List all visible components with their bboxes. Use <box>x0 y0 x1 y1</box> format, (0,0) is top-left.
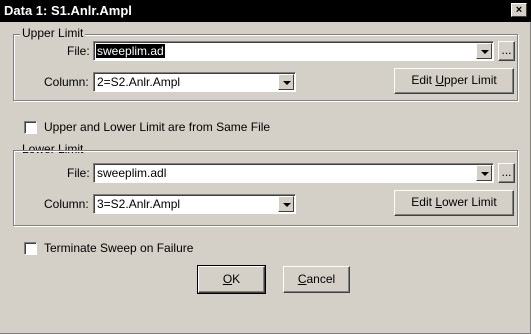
ok-button[interactable]: OK <box>197 265 266 294</box>
chevron-down-icon[interactable] <box>476 43 492 59</box>
upper-file-combobox[interactable]: sweeplim.ad <box>93 41 494 61</box>
terminate-sweep-label[interactable]: Terminate Sweep on Failure <box>44 241 193 255</box>
cancel-button[interactable]: Cancel <box>283 266 350 293</box>
title-bar[interactable]: Data 1: S1.Anlr.Ampl × <box>0 0 531 22</box>
same-file-checkbox[interactable] <box>24 121 37 134</box>
upper-file-value: sweeplim.ad <box>96 44 165 58</box>
close-icon[interactable]: × <box>511 3 527 17</box>
upper-column-value: 2=S2.Anlr.Ampl <box>97 75 181 89</box>
edit-upper-limit-button[interactable]: Edit Upper Limit <box>394 68 514 94</box>
window-title: Data 1: S1.Anlr.Ampl <box>4 3 132 18</box>
upper-file-label: File: <box>67 44 90 58</box>
limits-dialog: Data 1: S1.Anlr.Ampl × Upper Limit File:… <box>0 0 531 334</box>
upper-browse-button[interactable]: ... <box>498 41 515 61</box>
chevron-down-icon[interactable] <box>278 74 294 90</box>
group-cover <box>12 226 520 296</box>
upper-limit-legend: Upper Limit <box>20 26 86 40</box>
same-file-label[interactable]: Upper and Lower Limit are from Same File <box>44 120 270 134</box>
upper-column-select[interactable]: 2=S2.Anlr.Ampl <box>93 72 296 92</box>
upper-column-label: Column: <box>44 75 89 89</box>
terminate-sweep-checkbox[interactable] <box>24 242 37 255</box>
lower-limit-group-bottom <box>13 150 518 226</box>
